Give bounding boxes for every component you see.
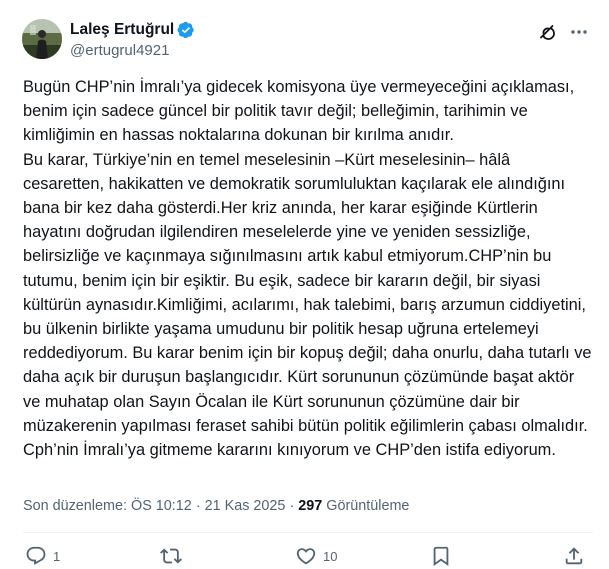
tweet-text: Bugün CHP’nin İmralı’ya gidecek komisyon… [23,78,592,460]
author-block: Laleş Ertuğrul @ertugrul4921 [70,19,195,59]
views-count: 297 [298,498,323,514]
divider [23,532,593,533]
tweet: Laleş Ertuğrul @ertugrul4921 Bugün CHP’n… [0,0,609,567]
handle[interactable]: @ertugrul4921 [70,42,195,59]
bookmark-icon [430,545,452,567]
reply-count: 1 [53,548,61,564]
reply-icon [25,545,47,567]
tweet-header: Laleş Ertuğrul @ertugrul4921 [22,19,592,63]
reply-button[interactable]: 1 [25,545,60,567]
action-bar: 1 10 [23,545,593,569]
header-actions [536,21,590,43]
edited-label[interactable]: Son düzenleme: ÖS 10:12 [23,498,192,514]
views-label: Görüntüleme [326,498,410,514]
like-count: 10 [323,548,338,564]
display-name[interactable]: Laleş Ertuğrul [70,21,174,39]
tweet-meta: Son düzenleme: ÖS 10:12 · 21 Kas 2025 · … [23,498,409,514]
share-button[interactable] [563,545,585,567]
meta-separator: · [289,498,295,514]
like-icon [295,545,317,567]
repost-button[interactable] [160,545,188,567]
verified-badge-icon [177,21,195,39]
more-icon[interactable] [568,21,590,43]
grok-icon[interactable] [536,21,558,43]
like-button[interactable]: 10 [295,545,337,567]
avatar[interactable] [22,19,62,59]
bookmark-button[interactable] [430,545,452,567]
repost-icon [160,545,182,567]
share-icon [563,545,585,567]
meta-separator: · [195,498,201,514]
tweet-date[interactable]: 21 Kas 2025 [205,498,286,514]
